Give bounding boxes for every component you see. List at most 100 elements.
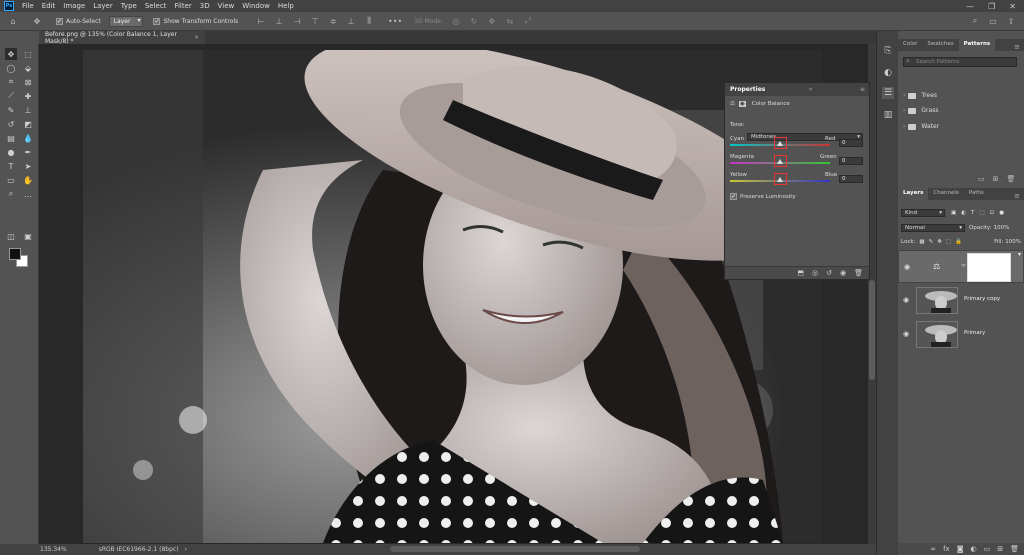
tab-swatches[interactable]: Swatches [922, 39, 958, 51]
link-icon[interactable]: ∞ [961, 262, 966, 269]
menu-window[interactable]: Window [238, 2, 274, 10]
chevron-right-icon[interactable]: › [903, 107, 905, 114]
zoom-tool-icon[interactable]: ⌕ [5, 188, 17, 200]
more-tools-icon[interactable]: … [22, 188, 34, 200]
tab-channels[interactable]: Channels [928, 188, 963, 200]
brush-tool-icon[interactable]: ✎ [5, 104, 17, 116]
slide-3d-icon[interactable]: ⇆ [505, 16, 515, 26]
restore-icon[interactable]: ❐ [988, 2, 995, 11]
status-arrow-icon[interactable]: › [185, 546, 187, 553]
dodge-tool-icon[interactable]: ● [5, 146, 17, 158]
menu-type[interactable]: Type [117, 2, 141, 10]
share-icon[interactable]: ⇪ [1006, 16, 1016, 26]
screen-mode-icon[interactable]: ▣ [22, 230, 34, 242]
filter-type-icon[interactable]: T [971, 210, 974, 216]
delete-pattern-icon[interactable]: 🗑 [1007, 175, 1016, 183]
healing-brush-icon[interactable]: ✚ [22, 90, 34, 102]
roll-3d-icon[interactable]: ↻ [469, 16, 479, 26]
blur-tool-icon[interactable]: 💧 [22, 132, 34, 144]
link-layers-icon[interactable]: ∞ [930, 545, 936, 553]
stamp-tool-icon[interactable]: ⊥ [22, 104, 34, 116]
eyedropper-tool-icon[interactable]: ⟋ [5, 90, 17, 102]
layers-panel-menu-icon[interactable]: ≡ [1014, 192, 1020, 200]
move-tool-icon[interactable]: ✥ [5, 48, 17, 60]
eraser-tool-icon[interactable]: ◩ [22, 118, 34, 130]
layer-filter-dropdown[interactable]: Kind [901, 208, 945, 217]
yellow-blue-value[interactable]: 0 [839, 175, 863, 183]
gradient-tool-icon[interactable]: ▤ [5, 132, 17, 144]
patterns-panel-menu-icon[interactable]: ≡ [1014, 43, 1020, 51]
tab-patterns[interactable]: Patterns [958, 39, 996, 51]
object-select-tool-icon[interactable]: ⬙ [22, 62, 34, 74]
zoom-level[interactable]: 135.34% [40, 546, 67, 553]
horizontal-scroll-thumb[interactable] [390, 546, 640, 552]
hand-tool-icon[interactable]: ✋ [22, 174, 34, 186]
menu-filter[interactable]: Filter [170, 2, 195, 10]
foreground-color-swatch[interactable] [9, 248, 21, 260]
layer-thumbnail[interactable] [916, 287, 958, 314]
layer-row-primary[interactable]: ◉ Primary [898, 318, 1024, 351]
opacity-value[interactable]: 100% [994, 225, 1010, 231]
new-group-icon[interactable]: ▭ [978, 175, 985, 183]
toggle-visibility-icon[interactable]: ◉ [840, 269, 846, 277]
pen-tool-icon[interactable]: ✒ [22, 146, 34, 158]
preserve-luminosity-option[interactable]: ✓ Preserve Luminosity [730, 193, 796, 200]
menu-view[interactable]: View [214, 2, 239, 10]
chevron-right-icon[interactable]: › [903, 92, 905, 99]
visibility-eye-icon[interactable]: ◉ [904, 263, 912, 271]
menu-help[interactable]: Help [274, 2, 298, 10]
tab-layers[interactable]: Layers [898, 188, 929, 200]
search-icon[interactable]: ⌕ [970, 16, 980, 26]
auto-select-target-dropdown[interactable]: Layer [108, 15, 144, 27]
document-canvas-photo[interactable] [83, 50, 822, 543]
auto-select-checkbox[interactable]: ✓ [56, 17, 63, 25]
minimize-icon[interactable]: — [966, 2, 974, 11]
filter-adjustment-icon[interactable]: ◐ [961, 210, 966, 216]
cyan-red-value[interactable]: 0 [839, 139, 863, 147]
layer-row-primary-copy[interactable]: ◉ Primary copy [898, 284, 1024, 317]
layer-mask-icon[interactable]: ◉ [738, 101, 746, 107]
menu-image[interactable]: Image [59, 2, 89, 10]
properties-header[interactable]: Properties » ≡ [725, 83, 869, 96]
view-previous-icon[interactable]: ◎ [812, 269, 818, 277]
document-tab[interactable]: Before.png @ 135% (Color Balance 1, Laye… [39, 31, 205, 45]
align-center-icon[interactable]: ⊥ [274, 16, 284, 26]
distribute-icon[interactable]: ⫼ [364, 16, 374, 26]
chevron-right-icon[interactable]: › [903, 123, 905, 130]
clip-to-layer-icon[interactable]: ⬒ [797, 269, 804, 277]
menu-select[interactable]: Select [141, 2, 171, 10]
visibility-eye-icon[interactable]: ◉ [903, 330, 911, 338]
new-layer-icon[interactable]: ⊞ [997, 545, 1003, 553]
fx-icon[interactable]: fx [943, 545, 950, 553]
artboard-tool-icon[interactable]: ⬚ [22, 48, 34, 60]
fill-value[interactable]: 100% [1005, 239, 1021, 245]
preserve-luminosity-checkbox[interactable]: ✓ [730, 193, 737, 200]
menu-layer[interactable]: Layer [89, 2, 117, 10]
pan-3d-icon[interactable]: ✥ [487, 16, 497, 26]
magenta-green-value[interactable]: 0 [839, 157, 863, 165]
pattern-folder-trees[interactable]: › Trees [903, 92, 937, 99]
filter-shape-icon[interactable]: ⬚ [979, 210, 984, 216]
quick-mask-icon[interactable]: ◫ [5, 230, 17, 242]
show-transform-option[interactable]: ✓ Show Transform Controls [153, 17, 238, 25]
move-tool-preset-icon[interactable]: ✥ [32, 16, 42, 26]
tab-paths[interactable]: Paths [964, 188, 989, 200]
menu-3d[interactable]: 3D [196, 2, 214, 10]
lock-transparent-icon[interactable]: ▦ [919, 239, 924, 245]
align-bottom-icon[interactable]: ⊥ [346, 16, 356, 26]
align-top-icon[interactable]: ⊤ [310, 16, 320, 26]
lasso-tool-icon[interactable]: ◯ [5, 62, 17, 74]
history-brush-icon[interactable]: ↺ [5, 118, 17, 130]
lock-all-icon[interactable]: 🔒 [955, 239, 962, 245]
lock-artboard-icon[interactable]: ⬚ [946, 239, 951, 245]
pattern-folder-water[interactable]: › Water [903, 123, 939, 130]
home-icon[interactable]: ⌂ [8, 16, 18, 26]
add-mask-icon[interactable]: ◙ [957, 545, 964, 553]
adjustments-panel-icon[interactable]: ◐ [882, 67, 894, 79]
new-pattern-icon[interactable]: ⊞ [993, 175, 999, 183]
show-transform-checkbox[interactable]: ✓ [153, 17, 161, 25]
reset-icon[interactable]: ↺ [826, 269, 832, 277]
visibility-eye-icon[interactable]: ◉ [903, 296, 911, 304]
delete-layer-icon[interactable]: 🗑 [1010, 545, 1019, 553]
blend-mode-dropdown[interactable]: Normal [901, 223, 965, 232]
